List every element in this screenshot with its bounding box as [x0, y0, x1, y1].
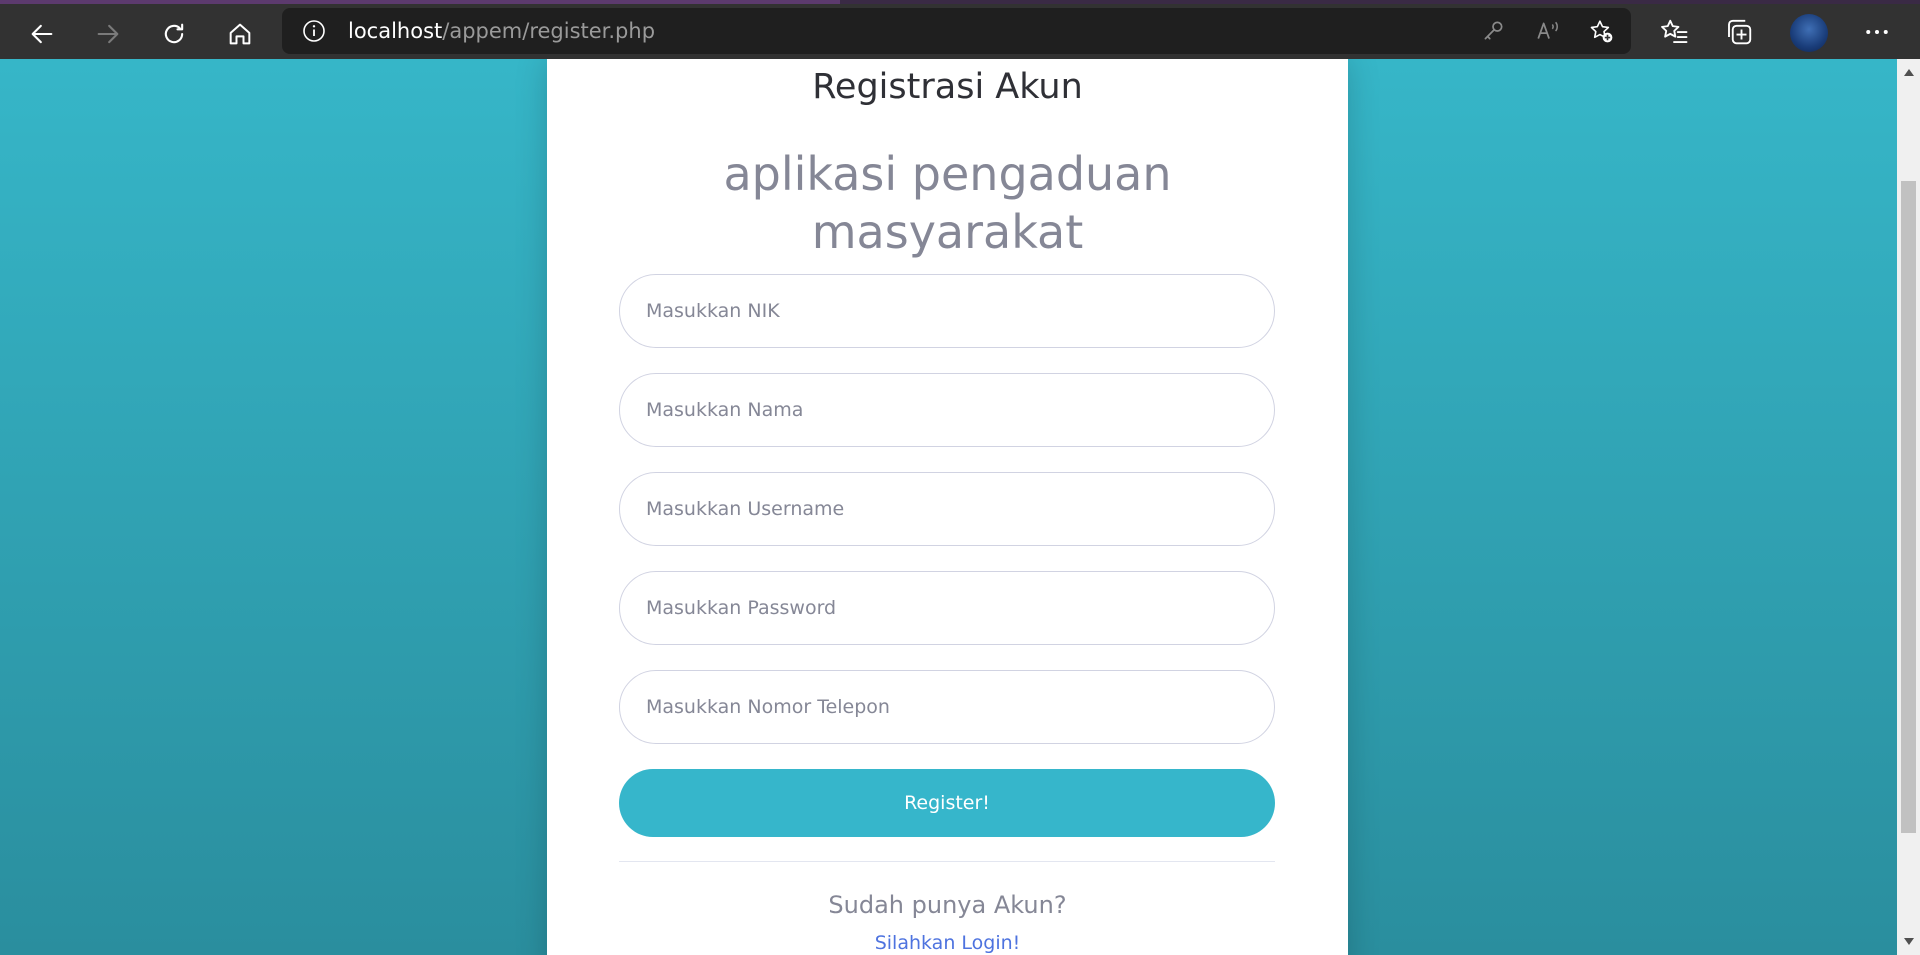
app-subtitle: aplikasi pengaduan masyarakat — [723, 147, 1172, 259]
info-icon[interactable] — [302, 19, 326, 43]
window-accent-line — [0, 0, 840, 4]
refresh-icon — [164, 23, 184, 44]
refresh-button[interactable] — [152, 12, 196, 56]
key-icon[interactable] — [1480, 18, 1506, 44]
nama-input[interactable] — [619, 373, 1275, 447]
collections-icon[interactable] — [1724, 17, 1754, 47]
password-input[interactable] — [619, 571, 1275, 645]
url-path: /appem/register.php — [442, 19, 656, 43]
nik-input[interactable] — [619, 274, 1275, 348]
telepon-input[interactable] — [619, 670, 1275, 744]
more-icon[interactable] — [1862, 17, 1892, 47]
page-title: Registrasi Akun — [812, 67, 1083, 107]
vertical-scrollbar[interactable] — [1897, 59, 1920, 955]
username-input[interactable] — [619, 472, 1275, 546]
home-button[interactable] — [218, 12, 262, 56]
profile-avatar[interactable] — [1790, 14, 1828, 52]
register-button[interactable]: Register! — [619, 769, 1275, 837]
forward-button[interactable] — [86, 12, 130, 56]
scrollbar-thumb[interactable] — [1901, 181, 1916, 833]
login-link[interactable]: Silahkan Login! — [547, 932, 1348, 954]
forward-arrow-icon — [97, 24, 119, 44]
browser-toolbar: localhost/appem/register.php — [0, 0, 1920, 59]
page-viewport: Registrasi Akun aplikasi pengaduan masya… — [0, 59, 1897, 955]
address-bar[interactable]: localhost/appem/register.php — [282, 8, 1631, 54]
add-favorite-icon[interactable] — [1588, 18, 1614, 44]
back-button[interactable] — [20, 12, 64, 56]
divider — [619, 861, 1275, 862]
home-icon — [229, 23, 251, 45]
scroll-down-arrow-icon[interactable] — [1904, 938, 1914, 945]
read-aloud-icon[interactable] — [1535, 18, 1561, 44]
url-text[interactable]: localhost/appem/register.php — [348, 8, 655, 54]
register-card: Registrasi Akun aplikasi pengaduan masya… — [547, 59, 1348, 955]
scroll-up-arrow-icon[interactable] — [1904, 69, 1914, 76]
url-host: localhost — [348, 19, 443, 43]
favorites-icon[interactable] — [1659, 17, 1689, 47]
back-arrow-icon — [31, 24, 53, 44]
login-question: Sudah punya Akun? — [828, 891, 1067, 919]
